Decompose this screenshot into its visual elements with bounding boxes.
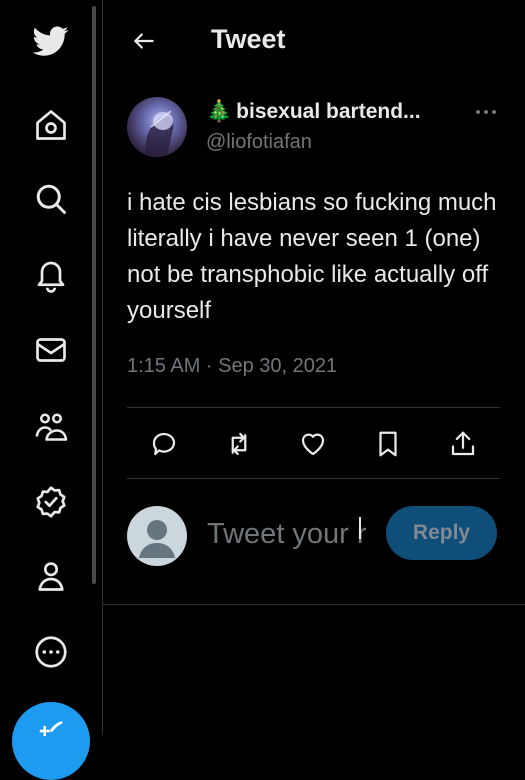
user-avatar[interactable]: [127, 506, 187, 566]
author-avatar[interactable]: [127, 97, 187, 157]
profile-icon[interactable]: [26, 551, 76, 601]
bookmark-button[interactable]: [368, 424, 408, 464]
mail-icon[interactable]: [26, 325, 76, 375]
divider: [103, 604, 525, 605]
default-avatar-icon: [139, 520, 175, 558]
share-button[interactable]: [443, 424, 483, 464]
reply-input[interactable]: [207, 514, 367, 554]
search-icon[interactable]: [26, 174, 76, 224]
arrow-left-icon: [134, 33, 154, 49]
divider: [127, 407, 500, 408]
more-options-button[interactable]: [470, 100, 502, 124]
comment-icon: [152, 432, 176, 456]
reply-button[interactable]: Reply: [386, 506, 497, 560]
twitter-bird-icon[interactable]: [26, 16, 76, 66]
text-caret: [359, 517, 361, 539]
divider: [127, 478, 500, 479]
retweet-button[interactable]: [219, 424, 259, 464]
author-handle[interactable]: @liofotiafan: [206, 131, 312, 154]
compose-icon: [39, 721, 63, 736]
page-title: Tweet: [211, 24, 286, 54]
sidebar-nav: [0, 0, 102, 780]
sidebar-scrollbar[interactable]: [92, 6, 96, 584]
heart-icon: [301, 433, 325, 456]
column-divider: [102, 0, 103, 735]
reply-action-button[interactable]: [144, 424, 184, 464]
home-icon[interactable]: [26, 100, 76, 150]
tweet-timestamp[interactable]: 1:15 AM · Sep 30, 2021: [127, 355, 337, 378]
author-display-name[interactable]: 🎄 bisexual bartend...: [206, 100, 421, 124]
page-header: Tweet: [103, 0, 525, 80]
bookmark-icon: [379, 431, 397, 457]
compose-button[interactable]: [12, 702, 90, 780]
bell-icon[interactable]: [26, 250, 76, 300]
more-horizontal-icon: [476, 110, 496, 114]
communities-icon[interactable]: [26, 401, 76, 451]
retweet-icon: [231, 432, 247, 456]
share-icon: [451, 431, 475, 456]
back-button[interactable]: [125, 22, 163, 60]
christmas-tree-emoji: 🎄: [206, 100, 233, 123]
author-name-text: bisexual bartend...: [236, 100, 421, 123]
tweet-text: i hate cis lesbians so fucking much lite…: [127, 189, 497, 324]
more-circle-icon[interactable]: [26, 627, 76, 677]
like-button[interactable]: [293, 424, 333, 464]
verified-icon[interactable]: [26, 477, 76, 527]
